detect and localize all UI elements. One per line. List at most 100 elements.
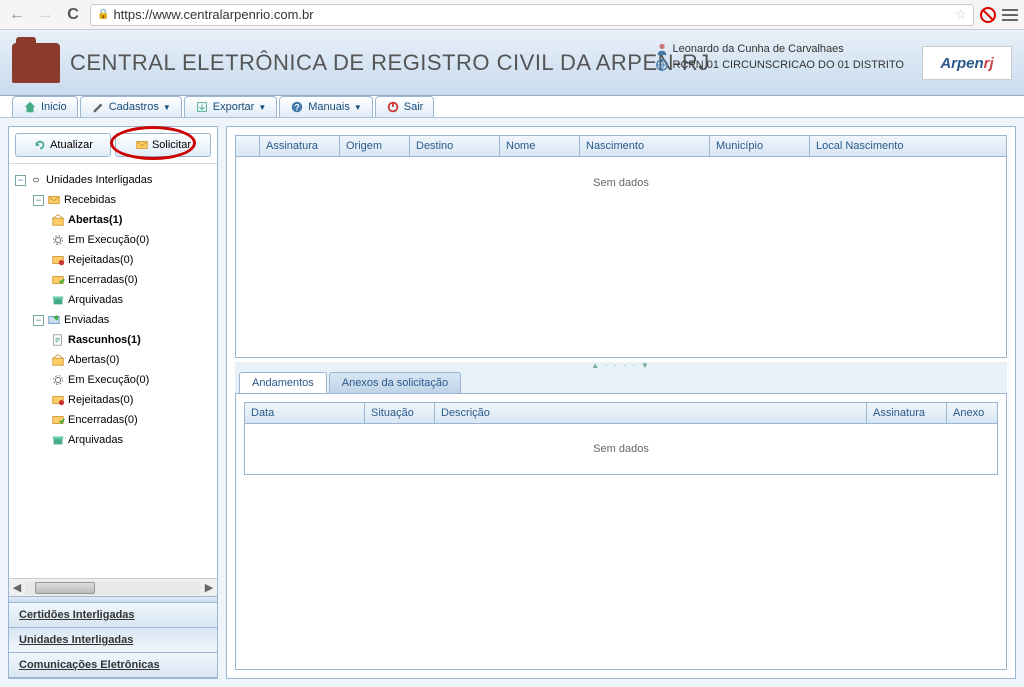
- sidebar-bottom-tabs: Certidões Interligadas Unidades Interlig…: [9, 596, 217, 678]
- bookmark-star-icon[interactable]: ☆: [954, 6, 967, 23]
- arpen-logo: Arpenrj: [922, 46, 1012, 80]
- detail-tabs: Andamentos Anexos da solicitação: [235, 368, 1007, 394]
- top-grid-header: Assinatura Origem Destino Nome Nasciment…: [236, 136, 1006, 157]
- envelope-open-icon: [51, 353, 65, 367]
- col-situacao[interactable]: Situação: [365, 403, 435, 423]
- lock-icon: 🔒: [97, 9, 109, 20]
- archive-icon: [51, 433, 65, 447]
- home-icon: [23, 100, 37, 114]
- globe-icon: [655, 58, 669, 72]
- tab-anexos[interactable]: Anexos da solicitação: [329, 372, 461, 393]
- refresh-icon: [33, 138, 47, 152]
- tree-recebidas[interactable]: − Recebidas: [33, 190, 211, 210]
- collapse-icon[interactable]: −: [33, 195, 44, 206]
- top-grid-empty: Sem dados: [236, 157, 1006, 357]
- check-icon: [51, 413, 65, 427]
- col-assinatura2[interactable]: Assinatura: [867, 403, 947, 423]
- scroll-right-icon[interactable]: ▶: [201, 581, 217, 594]
- tree-enviadas-abertas[interactable]: Abertas(0): [51, 350, 211, 370]
- page-title: CENTRAL ELETRÔNICA DE REGISTRO CIVIL DA …: [70, 50, 710, 76]
- scroll-thumb[interactable]: [35, 582, 95, 594]
- col-anexo[interactable]: Anexo: [947, 403, 997, 423]
- reject-icon: [51, 253, 65, 267]
- hamburger-menu-icon[interactable]: [1002, 9, 1018, 21]
- user-org: RCPN 01 CIRCUNSCRICAO DO 01 DISTRITO: [673, 59, 904, 71]
- bottom-grid-empty: Sem dados: [245, 424, 997, 474]
- chevron-down-icon: ▼: [163, 103, 171, 112]
- outbox-icon: [47, 313, 61, 327]
- person-icon: [655, 42, 669, 56]
- bottom-grid-panel: Data Situação Descrição Assinatura Anexo…: [244, 402, 998, 475]
- scroll-left-icon[interactable]: ◀: [9, 581, 25, 594]
- help-icon: ?: [290, 100, 304, 114]
- col-nome[interactable]: Nome: [500, 136, 580, 156]
- menu-manuais[interactable]: ? Manuais ▼: [279, 96, 373, 117]
- power-icon: [386, 100, 400, 114]
- col-assinatura[interactable]: Assinatura: [260, 136, 340, 156]
- tree-enviadas-rejeitadas[interactable]: Rejeitadas(0): [51, 390, 211, 410]
- app-header: CENTRAL ELETRÔNICA DE REGISTRO CIVIL DA …: [0, 30, 1024, 96]
- tab-content: Data Situação Descrição Assinatura Anexo…: [235, 394, 1007, 670]
- tree-recebidas-execucao[interactable]: Em Execução(0): [51, 230, 211, 250]
- tree-root-unidades[interactable]: − Unidades Interligadas: [15, 170, 211, 190]
- back-button[interactable]: ←: [6, 4, 28, 26]
- bottom-grid-header: Data Situação Descrição Assinatura Anexo: [245, 403, 997, 424]
- menu-cadastros[interactable]: Cadastros ▼: [80, 96, 182, 117]
- block-icon[interactable]: [980, 7, 996, 23]
- tree-recebidas-abertas[interactable]: Abertas(1): [51, 210, 211, 230]
- menu-inicio[interactable]: Inicio: [12, 96, 78, 117]
- col-data[interactable]: Data: [245, 403, 365, 423]
- user-info: Leonardo da Cunha de Carvalhaes RCPN 01 …: [655, 42, 904, 74]
- gear-icon: [51, 233, 65, 247]
- menu-exportar[interactable]: Exportar ▼: [184, 96, 278, 117]
- col-checkbox[interactable]: [236, 136, 260, 156]
- sidebar-scrollbar[interactable]: ◀ ▶: [9, 578, 217, 596]
- top-grid-panel: Assinatura Origem Destino Nome Nasciment…: [235, 135, 1007, 358]
- tree-recebidas-arquivadas[interactable]: Arquivadas: [51, 290, 211, 310]
- col-local[interactable]: Local Nascimento: [810, 136, 1006, 156]
- col-nascimento[interactable]: Nascimento: [580, 136, 710, 156]
- reload-button[interactable]: C: [62, 4, 84, 26]
- sidebar-toolbar: Atualizar Solicitar: [9, 127, 217, 164]
- draft-icon: [51, 333, 65, 347]
- export-icon: [195, 100, 209, 114]
- gear-icon: [51, 373, 65, 387]
- tab-comunicacoes[interactable]: Comunicações Eletrônicas: [9, 653, 217, 678]
- collapse-icon[interactable]: −: [15, 175, 26, 186]
- col-descricao[interactable]: Descrição: [435, 403, 867, 423]
- col-municipio[interactable]: Município: [710, 136, 810, 156]
- tree-enviadas[interactable]: − Enviadas: [33, 310, 211, 330]
- collapse-icon[interactable]: −: [33, 315, 44, 326]
- bottom-panel: Andamentos Anexos da solicitação Data Si…: [235, 368, 1007, 670]
- scroll-track[interactable]: [25, 581, 201, 595]
- solicitar-button[interactable]: Solicitar: [115, 133, 211, 157]
- tree-recebidas-rejeitadas[interactable]: Rejeitadas(0): [51, 250, 211, 270]
- user-name: Leonardo da Cunha de Carvalhaes: [673, 43, 844, 55]
- forward-button[interactable]: →: [34, 4, 56, 26]
- atualizar-button[interactable]: Atualizar: [15, 133, 111, 157]
- reject-icon: [51, 393, 65, 407]
- sidebar: Atualizar Solicitar − Unidades Interliga…: [8, 126, 218, 679]
- edit-icon: [91, 100, 105, 114]
- col-destino[interactable]: Destino: [410, 136, 500, 156]
- tab-andamentos[interactable]: Andamentos: [239, 372, 327, 393]
- envelope-icon: [135, 138, 149, 152]
- tab-certidoes[interactable]: Certidões Interligadas: [9, 603, 217, 628]
- tree-enviadas-rascunhos[interactable]: Rascunhos(1): [51, 330, 211, 350]
- address-bar[interactable]: 🔒 https://www.centralarpenrio.com.br ☆: [90, 4, 974, 26]
- tree-enviadas-arquivadas[interactable]: Arquivadas: [51, 430, 211, 450]
- tab-unidades[interactable]: Unidades Interligadas: [9, 628, 217, 653]
- chevron-down-icon: ▼: [354, 103, 362, 112]
- link-icon: [29, 173, 43, 187]
- nav-tree: − Unidades Interligadas − Recebidas Aber…: [9, 164, 217, 578]
- menu-sair[interactable]: Sair: [375, 96, 435, 117]
- svg-text:?: ?: [295, 103, 300, 113]
- tree-enviadas-execucao[interactable]: Em Execução(0): [51, 370, 211, 390]
- tree-enviadas-encerradas[interactable]: Encerradas(0): [51, 410, 211, 430]
- browser-toolbar: ← → C 🔒 https://www.centralarpenrio.com.…: [0, 0, 1024, 30]
- col-origem[interactable]: Origem: [340, 136, 410, 156]
- envelope-open-icon: [51, 213, 65, 227]
- menu-bar: Inicio Cadastros ▼ Exportar ▼ ? Manuais …: [0, 96, 1024, 118]
- tree-recebidas-encerradas[interactable]: Encerradas(0): [51, 270, 211, 290]
- content-area: Assinatura Origem Destino Nome Nasciment…: [226, 126, 1016, 679]
